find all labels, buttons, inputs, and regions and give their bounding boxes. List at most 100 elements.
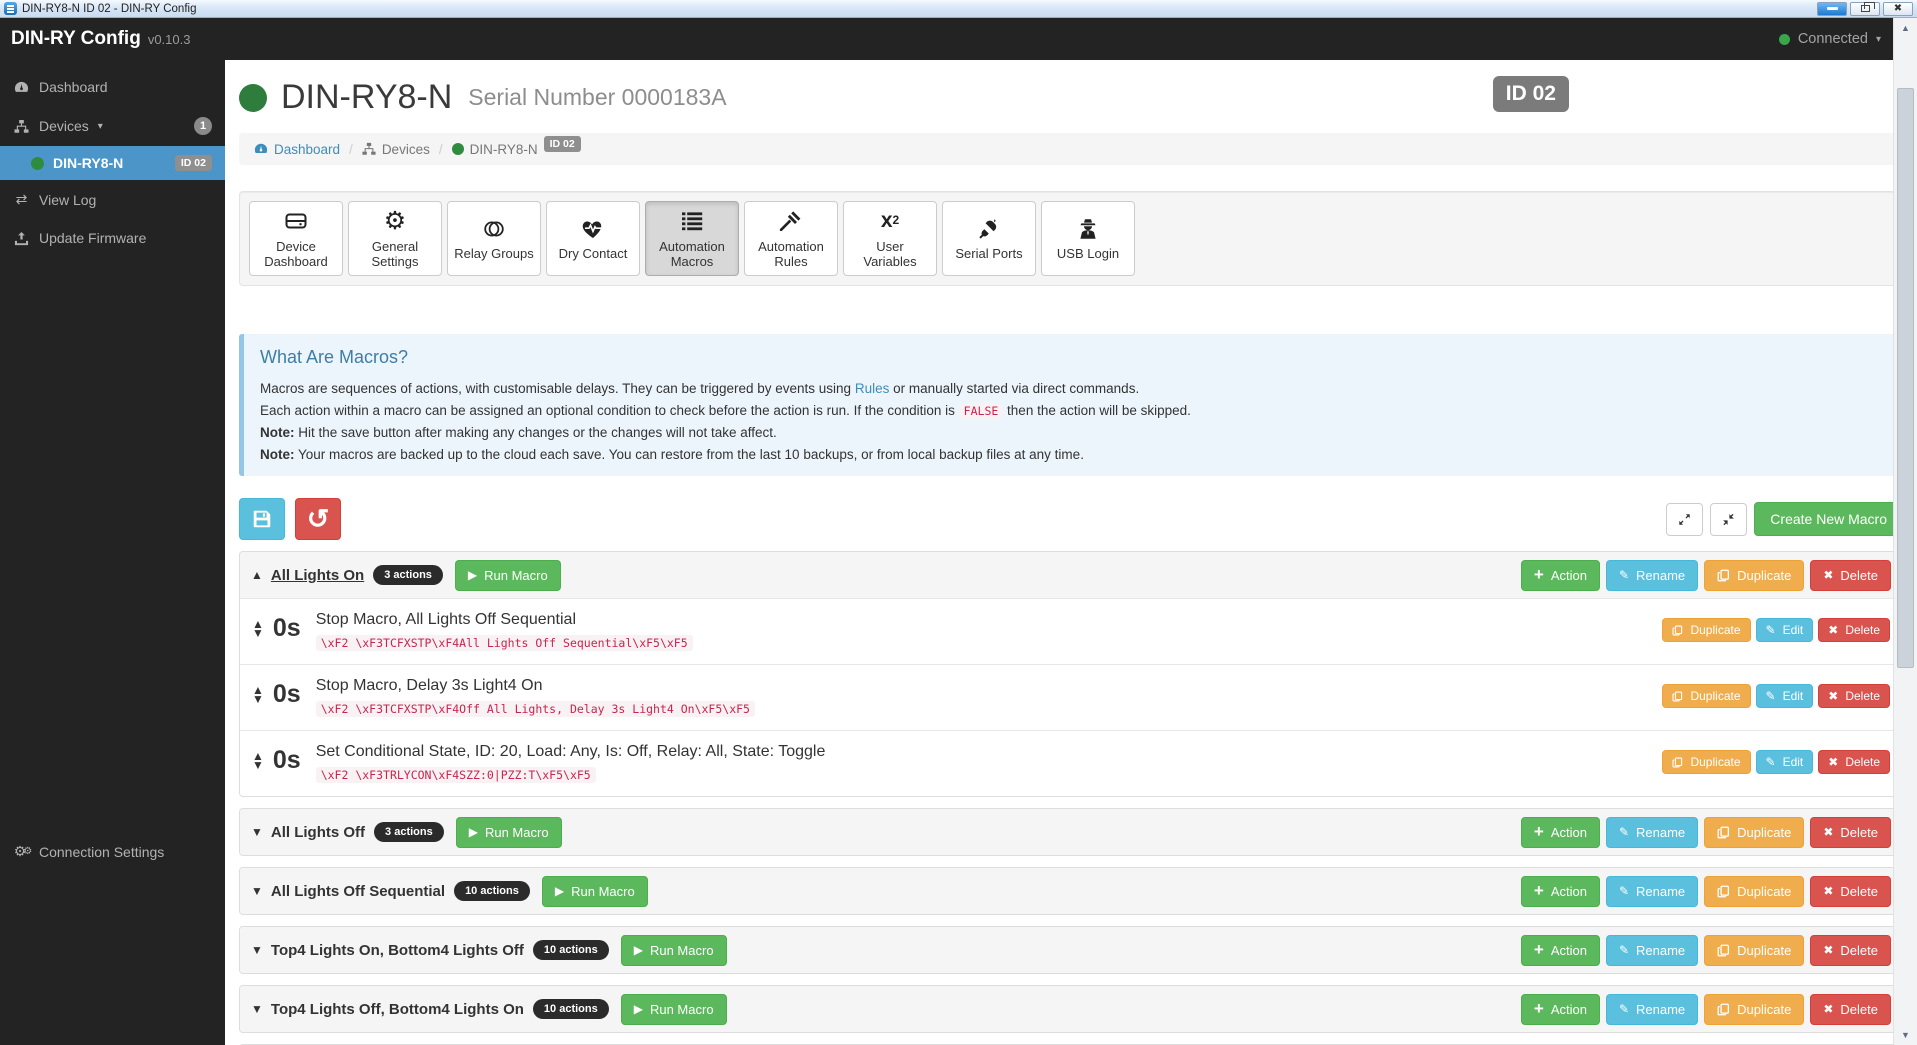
restore-button[interactable]: [1850, 2, 1880, 16]
minimize-button[interactable]: [1817, 2, 1847, 16]
save-button[interactable]: [239, 498, 285, 540]
page-subtitle: Serial Number 0000183A: [468, 84, 726, 111]
delete-action-button[interactable]: ✖Delete: [1818, 618, 1890, 642]
scrollbar-thumb[interactable]: [1897, 88, 1914, 668]
run-macro-button[interactable]: ▶Run Macro: [621, 935, 727, 966]
sort-handle[interactable]: ▲▼: [252, 620, 264, 637]
add-action-button[interactable]: +Action: [1521, 560, 1600, 591]
macro-header[interactable]: ▼ Top4 Lights On, Bottom4 Lights Off 10 …: [240, 927, 1902, 973]
action-row-buttons: Duplicate ✎Edit ✖Delete: [1662, 750, 1890, 774]
close-button[interactable]: ✖: [1883, 2, 1913, 16]
macro-name[interactable]: All Lights Off Sequential: [271, 883, 445, 900]
callout-line-2: Each action within a macro can be assign…: [260, 400, 1887, 422]
create-new-macro-button[interactable]: Create New Macro: [1754, 502, 1903, 536]
edit-action-button[interactable]: ✎Edit: [1756, 750, 1814, 774]
tab-dry-contact[interactable]: Dry Contact: [546, 201, 640, 276]
duplicate-macro-button[interactable]: Duplicate: [1704, 935, 1804, 966]
tab-relay-groups[interactable]: Relay Groups: [447, 201, 541, 276]
connection-status-dropdown[interactable]: Connected ▾: [1779, 31, 1881, 47]
tab-usb-login[interactable]: USB Login: [1041, 201, 1135, 276]
delete-action-button[interactable]: ✖Delete: [1818, 684, 1890, 708]
duplicate-macro-button[interactable]: Duplicate: [1704, 994, 1804, 1025]
button-label: Rename: [1636, 884, 1685, 899]
run-macro-button[interactable]: ▶Run Macro: [456, 817, 562, 848]
delete-action-button[interactable]: ✖Delete: [1818, 750, 1890, 774]
macro-header[interactable]: ▲ All Lights On 3 actions ▶Run Macro +Ac…: [240, 552, 1902, 598]
undo-button[interactable]: ↺: [295, 498, 341, 540]
delete-macro-button[interactable]: ✖Delete: [1810, 876, 1891, 907]
rename-macro-button[interactable]: ✎Rename: [1606, 876, 1698, 907]
macro-name[interactable]: Top4 Lights On, Bottom4 Lights Off: [271, 942, 524, 959]
macro-header-actions: +Action ✎Rename Duplicate ✖Delete: [1521, 817, 1891, 848]
dashboard-gauge-icon: [254, 142, 268, 156]
copy-icon: [1717, 569, 1730, 582]
rename-macro-button[interactable]: ✎Rename: [1606, 817, 1698, 848]
macro-name[interactable]: Top4 Lights Off, Bottom4 Lights On: [271, 1001, 524, 1018]
delete-macro-button[interactable]: ✖ Delete: [1810, 935, 1891, 966]
macro-name[interactable]: All Lights Off: [271, 824, 365, 841]
macro-header[interactable]: ▼ Top4 Lights Off, Bottom4 Lights On 10 …: [240, 986, 1902, 1032]
x-icon: ✖: [1828, 690, 1838, 702]
duplicate-action-button[interactable]: Duplicate: [1662, 684, 1750, 708]
sidebar-item-devices[interactable]: Devices ▾ 1: [0, 106, 225, 146]
window-title: DIN-RY8-N ID 02 - DIN-RY Config: [22, 3, 196, 15]
status-dot-icon: [1779, 34, 1790, 45]
edit-action-button[interactable]: ✎Edit: [1756, 618, 1814, 642]
macros-toolbar: ↺ Create New Macro: [239, 498, 1903, 540]
rename-macro-button[interactable]: ✎Rename: [1606, 994, 1698, 1025]
add-action-button[interactable]: +Action: [1521, 817, 1600, 848]
button-label: Delete: [1840, 943, 1878, 958]
macro-panel-all-lights-on: ▲ All Lights On 3 actions ▶Run Macro +Ac…: [239, 551, 1903, 797]
macro-header-actions: +Action ✎Rename Duplicate ✖Delete: [1521, 876, 1891, 907]
macro-name[interactable]: All Lights On: [271, 567, 364, 584]
delete-macro-button[interactable]: ✖Delete: [1810, 560, 1891, 591]
duplicate-macro-button[interactable]: Duplicate: [1704, 817, 1804, 848]
run-macro-button[interactable]: ▶Run Macro: [455, 560, 561, 591]
sort-handle[interactable]: ▲▼: [252, 752, 264, 769]
vertical-scrollbar[interactable]: ▲ ▼: [1893, 18, 1917, 1045]
sidebar-item-connection-settings[interactable]: ⚙⚙ Connection Settings: [0, 832, 225, 871]
x-icon: ✖: [1823, 944, 1833, 956]
sort-handle[interactable]: ▲▼: [252, 686, 264, 703]
rename-macro-button[interactable]: ✎Rename: [1606, 935, 1698, 966]
x-icon: ✖: [1828, 756, 1838, 768]
delete-macro-button[interactable]: ✖Delete: [1810, 817, 1891, 848]
add-action-button[interactable]: +Action: [1521, 935, 1600, 966]
breadcrumb-devices-link[interactable]: Devices: [362, 142, 430, 157]
tab-automation-macros[interactable]: Automation Macros: [645, 201, 739, 276]
duplicate-action-button[interactable]: Duplicate: [1662, 750, 1750, 774]
duplicate-macro-button[interactable]: Duplicate: [1704, 876, 1804, 907]
tab-automation-rules[interactable]: Automation Rules: [744, 201, 838, 276]
rename-macro-button[interactable]: ✎Rename: [1606, 560, 1698, 591]
run-macro-button[interactable]: ▶Run Macro: [542, 876, 648, 907]
sidebar-item-din-ry8-n[interactable]: DIN-RY8-N ID 02: [0, 146, 225, 180]
macro-header[interactable]: ▼ All Lights Off Sequential 10 actions ▶…: [240, 868, 1902, 914]
action-code: \xF2 \xF3TCFXSTP\xF4Off All Lights, Dela…: [316, 701, 755, 717]
expand-all-button[interactable]: [1666, 503, 1703, 536]
collapse-all-button[interactable]: [1710, 503, 1747, 536]
add-action-button[interactable]: +Action: [1521, 994, 1600, 1025]
tab-general-settings[interactable]: ⚙ General Settings: [348, 201, 442, 276]
device-online-dot-icon: [239, 84, 267, 112]
sidebar-label: Update Firmware: [39, 230, 146, 246]
rules-link[interactable]: Rules: [855, 381, 890, 396]
hdd-icon: [283, 208, 309, 235]
add-action-button[interactable]: +Action: [1521, 876, 1600, 907]
delete-macro-button[interactable]: ✖Delete: [1810, 994, 1891, 1025]
tab-device-dashboard[interactable]: Device Dashboard: [249, 201, 343, 276]
tab-serial-ports[interactable]: Serial Ports: [942, 201, 1036, 276]
scroll-down-arrow-icon[interactable]: ▼: [1894, 1030, 1917, 1040]
sidebar-item-view-log[interactable]: ⇄ View Log: [0, 180, 225, 219]
run-macro-button[interactable]: ▶Run Macro: [621, 994, 727, 1025]
macro-header[interactable]: ▼ All Lights Off 3 actions ▶Run Macro +A…: [240, 809, 1902, 855]
tab-user-variables[interactable]: x2 User Variables: [843, 201, 937, 276]
duplicate-macro-button[interactable]: Duplicate: [1704, 560, 1804, 591]
floppy-icon: [251, 508, 273, 530]
edit-action-button[interactable]: ✎Edit: [1756, 684, 1814, 708]
false-code-chip: FALSE: [959, 403, 1004, 419]
breadcrumb-dashboard-link[interactable]: Dashboard: [254, 142, 340, 157]
scroll-up-arrow-icon[interactable]: ▲: [1894, 23, 1917, 33]
duplicate-action-button[interactable]: Duplicate: [1662, 618, 1750, 642]
sidebar-item-update-firmware[interactable]: Update Firmware: [0, 219, 225, 257]
sidebar-item-dashboard[interactable]: Dashboard: [0, 68, 225, 106]
